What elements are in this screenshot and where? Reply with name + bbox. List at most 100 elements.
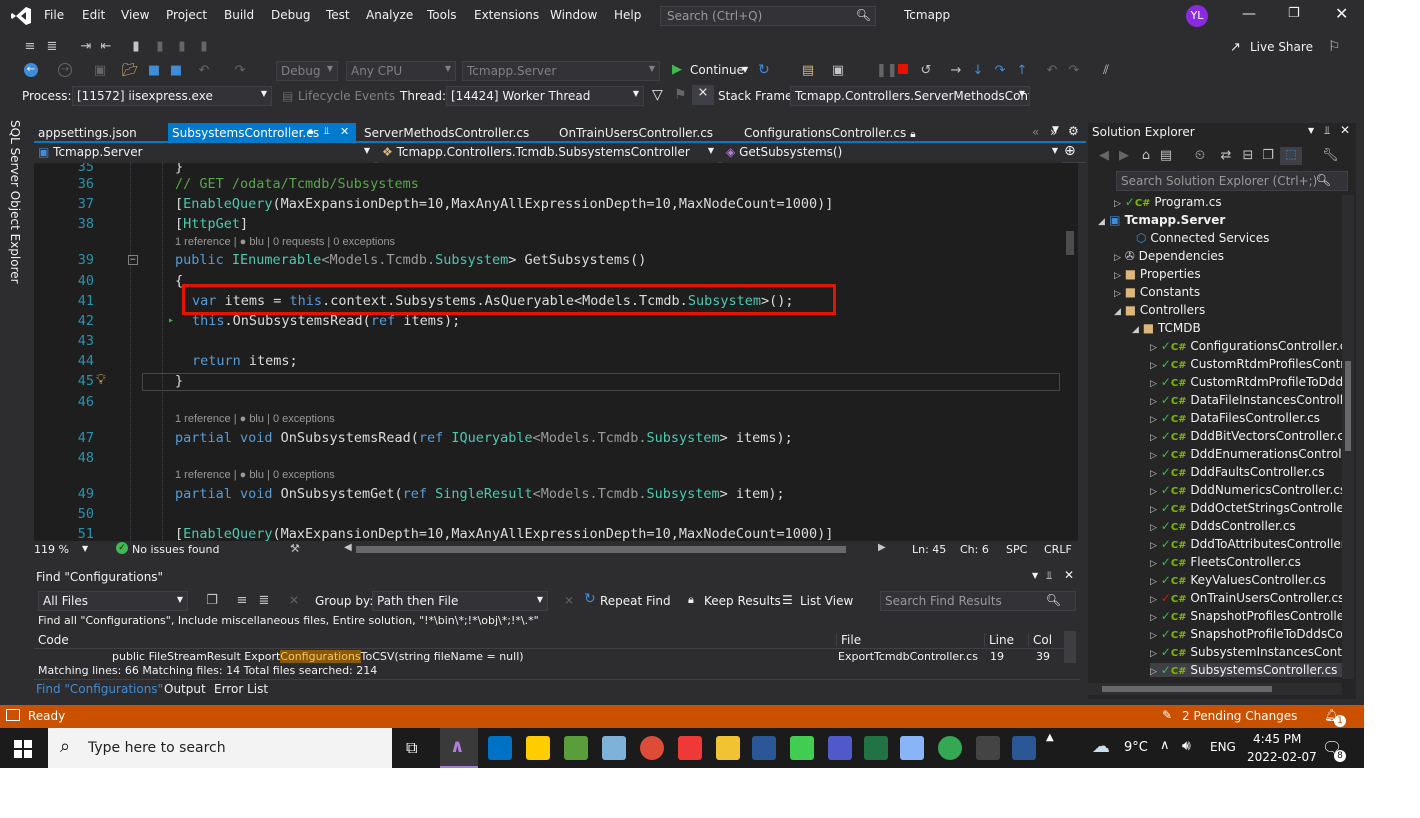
result-row[interactable]: public FileStreamResult ExportConfigurat… (34, 649, 1074, 665)
tree-item[interactable]: ▷ ✓C# CustomRtdmProfileToDdds (1150, 375, 1344, 389)
flag-icon[interactable]: ⚑ (674, 87, 687, 103)
issues-status[interactable]: No issues found (132, 543, 219, 556)
tree-item-project[interactable]: ◢ ▣ Tcmapp.Server (1098, 213, 1225, 227)
tab-error-list[interactable]: Error List (214, 682, 268, 696)
restart-icon[interactable]: ↺ (918, 63, 934, 79)
forward-icon[interactable]: → (58, 63, 72, 77)
align-icon[interactable]: ≣ (44, 39, 60, 55)
menu-extensions[interactable]: Extensions (474, 8, 539, 22)
tree-item[interactable]: ▷ ✓C# DddBitVectorsController.cs (1150, 429, 1344, 443)
zoom-dropdown[interactable]: 119 % (34, 543, 69, 556)
close-panel-icon[interactable]: ✕ (1340, 123, 1350, 137)
stack-frame-dropdown[interactable]: Tcmapp.Controllers.ServerMethodsContrc ▼ (790, 86, 1030, 106)
vivaldi-icon[interactable] (678, 736, 702, 760)
tree-item[interactable]: ▷ ✓C# ConfigurationsController.cs (1150, 339, 1344, 353)
tree-item[interactable]: ▷ ✓C# DddFaultsController.cs (1150, 465, 1324, 479)
toggle-current-thread-icon[interactable]: ⨯ (692, 85, 714, 105)
feedback-icon[interactable]: ⚐ (1328, 39, 1341, 55)
scroll-right-icon[interactable]: ▶ (878, 542, 886, 553)
column-code[interactable]: Code (38, 633, 69, 647)
user-avatar[interactable]: YL (1186, 5, 1208, 27)
menu-file[interactable]: File (44, 8, 64, 22)
snipping-tool-icon[interactable] (564, 736, 588, 760)
tree-item[interactable]: ▷ ✓C# SubsystemInstancesContro (1150, 645, 1344, 659)
tree-item[interactable]: ▷ ■ Properties (1114, 267, 1201, 281)
tree-item[interactable]: ▷ ✓C# DataFileInstancesController (1150, 393, 1344, 407)
powershell-2-icon[interactable] (1012, 736, 1036, 760)
code-cleanup-icon[interactable]: ⚒ (290, 542, 300, 555)
language-indicator[interactable]: ENG (1210, 740, 1236, 754)
list-view-button[interactable]: List View (800, 594, 853, 608)
menu-analyze[interactable]: Analyze (366, 8, 413, 22)
pin-icon[interactable]: ⫫ (1324, 124, 1330, 138)
tree-item[interactable]: ▷ ✓C# SnapshotProfileToDddsCon (1150, 627, 1344, 641)
align-left-icon[interactable]: ≡ (22, 39, 38, 55)
collapse-all-icon[interactable]: ≡ (234, 593, 250, 609)
undo-step-icon[interactable]: ↶ (1044, 63, 1060, 79)
find-in-files-icon[interactable]: ▤ (800, 63, 816, 79)
tree-item[interactable]: ▷ ✓C# DddsController.cs (1150, 519, 1296, 533)
tab-appsettings[interactable]: appsettings.json (34, 123, 141, 143)
clear-filter-icon[interactable]: ⨯ (286, 593, 302, 609)
clock-time[interactable]: 4:45 PM (1253, 732, 1301, 746)
keep-results-lock-icon[interactable]: 🔒︎ (688, 593, 694, 607)
switch-views-icon[interactable]: ▤ (1158, 148, 1174, 164)
continue-button[interactable]: Continue (690, 63, 744, 77)
tree-item[interactable]: ▷ ✓C# CustomRtdmProfilesContro (1150, 357, 1344, 371)
save-all-icon[interactable]: ■ (168, 63, 184, 79)
lightbulb-icon[interactable]: 💡︎ (96, 372, 106, 388)
expand-all-icon[interactable]: ≣ (256, 593, 272, 609)
copy-icon[interactable]: ❐ (204, 593, 220, 609)
tab-subsystems-controller[interactable]: SubsystemsController.cs 🔒︎ ⫫ ✕ (168, 123, 356, 143)
collapse-icon[interactable]: − (128, 255, 138, 265)
preview-selected-icon[interactable]: ⬚ (1280, 147, 1302, 165)
startup-project-dropdown[interactable]: Tcmapp.Server ▼ (462, 61, 660, 81)
tree-item[interactable]: ▷ ✓C# FleetsController.cs (1150, 555, 1301, 569)
redo-icon[interactable]: ↷ (232, 63, 248, 79)
group-by-dropdown[interactable]: Path then File ▼ (372, 591, 548, 611)
tree-item[interactable]: ▷ ✓C# DataFilesController.cs (1150, 411, 1320, 425)
outlook-icon[interactable] (488, 736, 512, 760)
pending-changes-filter-icon[interactable]: ⏲ (1192, 148, 1208, 164)
file-explorer-icon[interactable] (716, 736, 740, 760)
weather-temp[interactable]: 9°C (1124, 740, 1148, 755)
step-over-icon[interactable]: ↷ (992, 63, 1008, 79)
step-out-icon[interactable]: ↑ (1014, 63, 1030, 79)
horizontal-scrollbar[interactable] (356, 546, 846, 553)
back-icon[interactable]: ← (24, 63, 38, 77)
save-icon[interactable]: ■ (146, 63, 162, 79)
volume-icon[interactable]: 🔊︎ (1182, 738, 1191, 754)
live-share-button[interactable]: Live Share (1250, 40, 1313, 54)
task-view-icon[interactable]: ⧉ (406, 738, 417, 758)
chrome-2-icon[interactable] (938, 736, 962, 760)
code-editor[interactable]: 35 36 37 38 39 40 41 42 43 44 45 46 47 4… (34, 163, 1078, 541)
tab-output[interactable]: Output (164, 682, 206, 696)
properties-wrench-icon[interactable]: 🔧︎ (1322, 148, 1339, 164)
chrome-icon[interactable] (640, 736, 664, 760)
menu-project[interactable]: Project (166, 8, 207, 22)
pending-changes-button[interactable]: 2 Pending Changes (1182, 709, 1297, 723)
powershell-icon[interactable] (752, 736, 776, 760)
windows-start-icon[interactable] (14, 740, 32, 758)
new-item-icon[interactable]: ▣ (92, 63, 108, 79)
stop-icon[interactable] (898, 64, 908, 74)
menu-debug[interactable]: Debug (271, 8, 310, 22)
tree-item[interactable]: ◢ ■ Controllers (1114, 303, 1205, 317)
keep-results-button[interactable]: Keep Results (704, 594, 781, 608)
menu-view[interactable]: View (121, 8, 149, 22)
tree-item[interactable]: ▷ ■ Constants (1114, 285, 1200, 299)
close-window-icon[interactable]: ✕ (1335, 4, 1348, 23)
tree-item[interactable]: ◢ ■ TCMDB (1132, 321, 1201, 335)
filter-icon[interactable]: ▽ (652, 87, 663, 103)
show-all-files-icon[interactable]: ❐ (1260, 148, 1276, 164)
collapse-all-icon[interactable]: ⊟ (1240, 148, 1256, 164)
sql-server-object-explorer-tab[interactable]: SQL Server Object Explorer (8, 120, 22, 284)
tree-item[interactable]: ▷ ✓C# KeyValuesController.cs (1150, 573, 1326, 587)
tab-configurations-controller[interactable]: ConfigurationsController.cs 🔒︎ (740, 123, 920, 143)
member-dropdown[interactable]: ◈ GetSubsystems() ▼ (722, 143, 1062, 163)
close-tab-icon[interactable]: ✕ (340, 125, 349, 138)
open-folder-icon[interactable]: 📂︎ (122, 63, 139, 79)
tree-item[interactable]: ⬡ Connected Services (1136, 231, 1269, 245)
thread-dropdown[interactable]: [14424] Worker Thread ▼ (446, 86, 644, 106)
solution-vertical-scrollbar[interactable] (1342, 195, 1354, 679)
